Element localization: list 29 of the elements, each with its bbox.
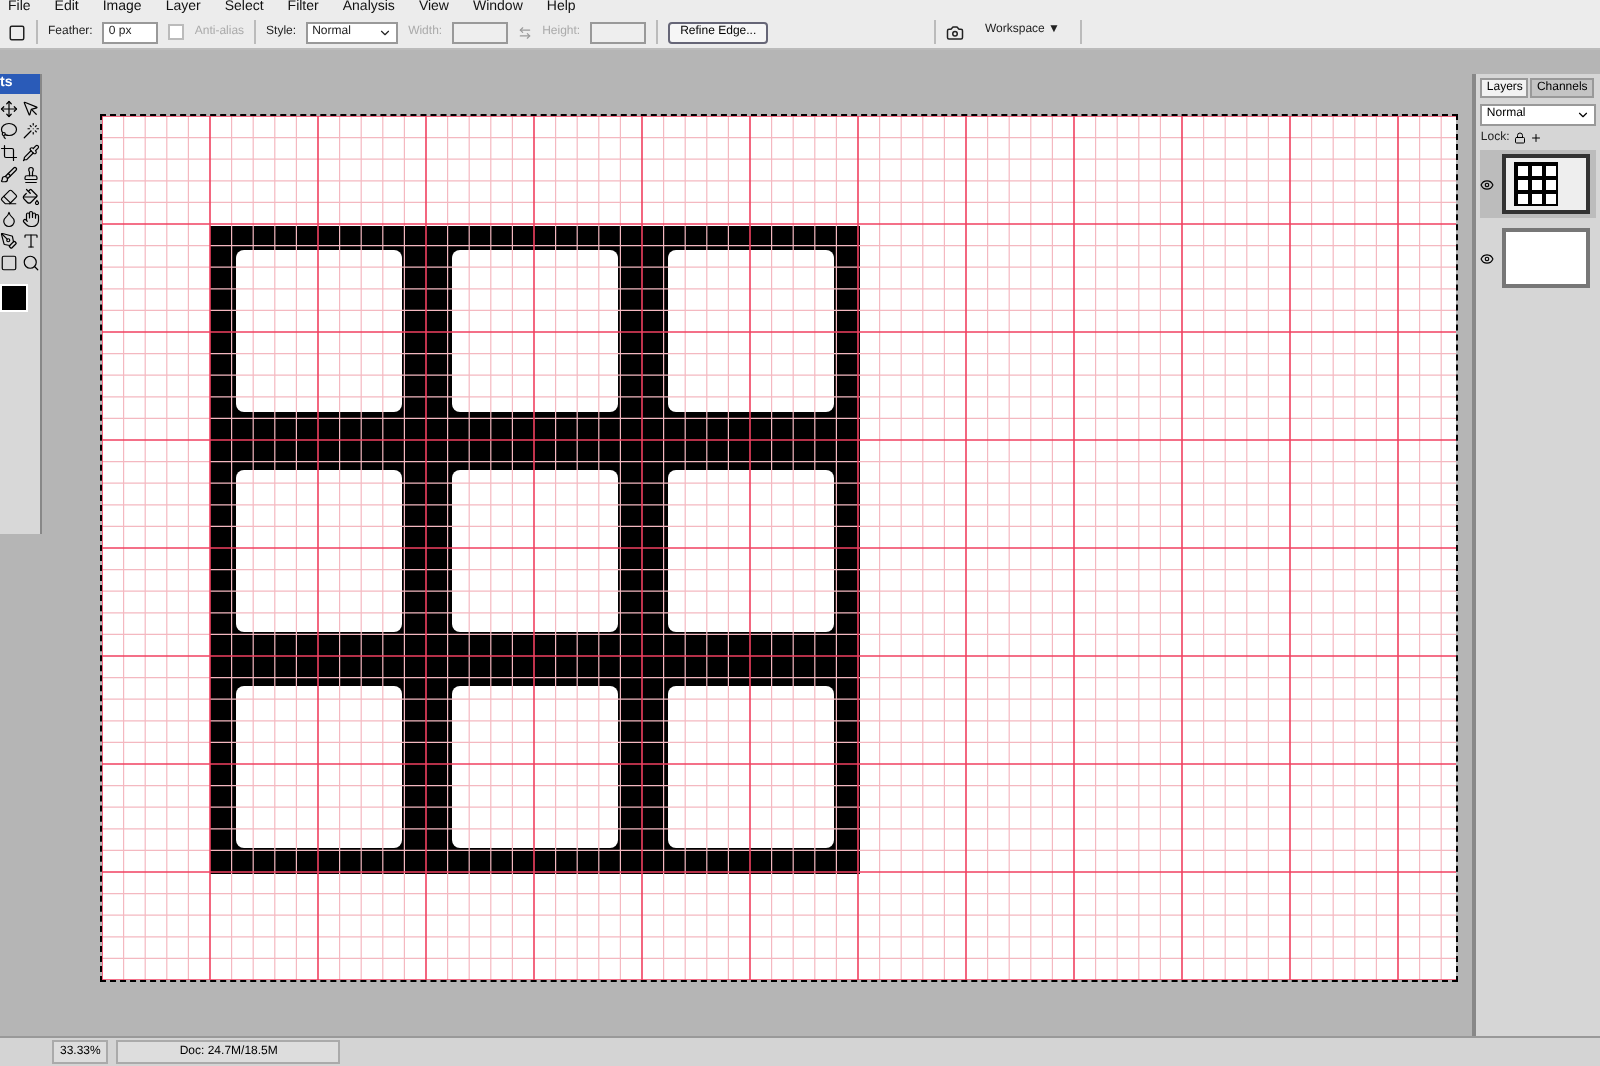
- eraser-icon[interactable]: [0, 188, 19, 206]
- layer-row[interactable]: [1480, 150, 1596, 218]
- height-field[interactable]: [590, 21, 647, 43]
- eye-icon[interactable]: [1480, 251, 1495, 265]
- camera-icon[interactable]: [946, 23, 965, 41]
- chevron-down-icon[interactable]: [1576, 108, 1590, 122]
- chevron-down-icon[interactable]: [378, 25, 393, 39]
- pointer-icon[interactable]: [22, 100, 41, 118]
- droplet-icon[interactable]: [0, 210, 19, 228]
- wand-icon[interactable]: [22, 122, 41, 140]
- hand-icon[interactable]: [22, 210, 41, 228]
- marquee-icon[interactable]: [8, 23, 26, 41]
- move-icon[interactable]: [0, 100, 19, 118]
- pipette-icon[interactable]: [22, 144, 41, 162]
- plus-icon[interactable]: [1529, 132, 1542, 144]
- lock-icon[interactable]: [1513, 132, 1526, 144]
- stamp-icon[interactable]: [22, 166, 41, 184]
- width-field[interactable]: [452, 21, 509, 43]
- zoom-icon[interactable]: [22, 254, 41, 272]
- crop-icon[interactable]: [0, 144, 19, 162]
- eye-icon[interactable]: [1480, 177, 1495, 191]
- lasso-icon[interactable]: [0, 122, 19, 140]
- layer-thumbnail: [1502, 228, 1591, 288]
- rectangle-icon[interactable]: [0, 254, 19, 272]
- type-icon[interactable]: [22, 232, 41, 250]
- bucket-icon[interactable]: [22, 188, 41, 206]
- brush-icon[interactable]: [0, 166, 19, 184]
- color-swatch[interactable]: [0, 284, 29, 312]
- pen-icon[interactable]: [0, 232, 19, 250]
